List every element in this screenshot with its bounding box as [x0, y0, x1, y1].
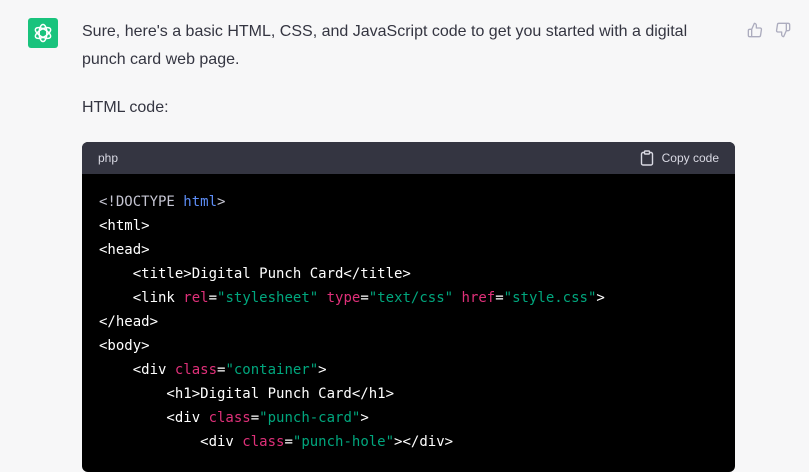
message-paragraph: Sure, here's a basic HTML, CSS, and Java… — [82, 23, 688, 68]
code-token: <body> — [99, 338, 150, 354]
code-token: > — [217, 194, 226, 210]
code-line: <body> — [99, 334, 718, 358]
code-token: "container" — [225, 362, 319, 378]
code-token: class — [208, 410, 251, 426]
code-token: href — [461, 290, 496, 306]
code-token: > — [360, 410, 369, 426]
thumbs-down-button[interactable] — [775, 22, 791, 38]
code-token: "text/css" — [368, 290, 454, 306]
code-token: <div — [99, 434, 243, 450]
code-line: <head> — [99, 238, 718, 262]
code-token: = — [495, 290, 504, 306]
code-line: <h1>Digital Punch Card</h1> — [99, 382, 718, 406]
code-token: ></div> — [394, 434, 454, 450]
code-token: <!DOCTYPE — [99, 194, 184, 210]
code-token: </head> — [99, 314, 159, 330]
code-line: <html> — [99, 214, 718, 238]
copy-code-button[interactable]: Copy code — [640, 150, 719, 166]
code-token: rel — [183, 290, 209, 306]
code-line: <title>Digital Punch Card</title> — [99, 262, 718, 286]
code-token: <head> — [99, 242, 150, 258]
code-content: <!DOCTYPE html> <html> <head> <title>Digit… — [82, 174, 735, 470]
code-token: <div — [99, 362, 175, 378]
openai-logo-icon — [34, 23, 52, 43]
code-token: "stylesheet" — [217, 290, 319, 306]
code-line: <div class="punch-card"> — [99, 406, 718, 430]
code-token: > — [596, 290, 605, 306]
copy-code-label: Copy code — [661, 151, 719, 165]
code-line: <div class="punch-hole"></div> — [99, 430, 718, 454]
code-block: php Copy code <!DOCTYPE html> <html> <head… — [82, 142, 735, 472]
code-token: "style.css" — [503, 290, 597, 306]
code-token: = — [360, 290, 369, 306]
code-token: <h1>Digital Punch Card</h1> — [99, 386, 395, 402]
code-token: = — [284, 434, 293, 450]
thumbs-up-button[interactable] — [747, 22, 763, 38]
assistant-avatar — [28, 18, 58, 48]
code-language-label: php — [98, 151, 119, 165]
code-line: <div class="container"> — [99, 358, 718, 382]
code-token: "punch-hole" — [292, 434, 395, 450]
assistant-message: Sure, here's a basic HTML, CSS, and Java… — [82, 18, 722, 122]
code-token: class — [174, 362, 218, 378]
code-token: <div — [99, 410, 209, 426]
code-token: <title>Digital Punch Card</title> — [99, 266, 411, 282]
code-block-header: php Copy code — [82, 142, 735, 174]
clipboard-icon — [640, 150, 653, 166]
code-line: </head> — [99, 310, 718, 334]
code-line: <link rel="stylesheet" type="text/css" h… — [99, 286, 718, 310]
code-token: <link — [99, 290, 184, 306]
thumbs-up-icon — [747, 22, 763, 38]
code-token: html — [183, 194, 218, 210]
code-token: type — [326, 290, 361, 306]
code-token: class — [242, 434, 285, 450]
code-line: <!DOCTYPE html> — [99, 190, 718, 214]
code-token: <html> — [99, 218, 150, 234]
code-token: = — [208, 290, 218, 306]
code-token: > — [318, 362, 327, 378]
code-token: = — [250, 410, 260, 426]
thumbs-down-icon — [775, 22, 791, 38]
message-paragraph: HTML code: — [82, 99, 169, 116]
code-token: "punch-card" — [259, 410, 361, 426]
